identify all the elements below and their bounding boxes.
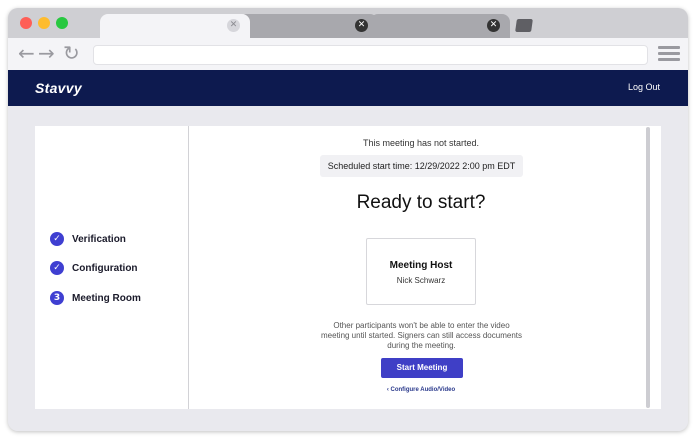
browser-tab-2[interactable]: ✕: [238, 14, 378, 38]
address-bar[interactable]: [93, 45, 648, 65]
meeting-main: This meeting has not started. Scheduled …: [190, 126, 652, 409]
logout-link[interactable]: Log Out: [628, 82, 660, 92]
new-tab-button[interactable]: [515, 19, 533, 32]
scheduled-time-badge: Scheduled start time: 12/29/2022 2:00 pm…: [320, 155, 523, 177]
check-icon: ✓: [50, 261, 64, 275]
browser-tab-active[interactable]: ✕: [100, 14, 250, 38]
tab-strip: ✕ ✕ ✕: [8, 8, 688, 38]
step-label: Verification: [72, 233, 126, 245]
step-configuration: ✓ Configuration: [50, 261, 138, 275]
close-window-button[interactable]: [20, 17, 32, 29]
step-verification: ✓ Verification: [50, 232, 126, 246]
scrollbar[interactable]: [646, 127, 650, 408]
browser-tab-3[interactable]: ✕: [370, 14, 510, 38]
maximize-window-button[interactable]: [56, 17, 68, 29]
step-label: Meeting Room: [72, 292, 141, 304]
page-title: Ready to start?: [356, 192, 486, 213]
close-icon[interactable]: ✕: [355, 19, 368, 32]
app-header: Stavvy Log Out: [8, 70, 688, 106]
browser-window: ✕ ✕ ✕ ← → ↻ Stavvy Log Out ✓ Verificatio…: [8, 8, 688, 431]
close-icon[interactable]: ✕: [227, 19, 240, 32]
meeting-card: ✓ Verification ✓ Configuration 3 Meeting…: [35, 126, 661, 409]
step-meeting-room: 3 Meeting Room: [50, 291, 141, 305]
page-content: ✓ Verification ✓ Configuration 3 Meeting…: [8, 106, 688, 431]
back-arrow-icon[interactable]: ←: [18, 42, 35, 64]
check-icon: ✓: [50, 232, 64, 246]
meeting-status-notice: This meeting has not started.: [362, 138, 480, 148]
brand-logo[interactable]: Stavvy: [35, 80, 82, 96]
info-text: Other participants won't be able to ente…: [321, 321, 522, 350]
minimize-window-button[interactable]: [38, 17, 50, 29]
forward-arrow-icon[interactable]: →: [38, 42, 55, 64]
browser-toolbar: ← → ↻: [8, 38, 688, 70]
close-icon[interactable]: ✕: [487, 19, 500, 32]
host-card: Meeting Host Nick Schwarz: [366, 238, 476, 305]
host-name: Nick Schwarz: [396, 276, 446, 285]
progress-sidebar: ✓ Verification ✓ Configuration 3 Meeting…: [35, 126, 189, 409]
hamburger-menu-icon[interactable]: [658, 46, 680, 64]
configure-audio-video-link[interactable]: ‹ Configure Audio/Video: [190, 387, 652, 393]
reload-icon[interactable]: ↻: [63, 42, 80, 64]
step-number-icon: 3: [50, 291, 64, 305]
start-meeting-button[interactable]: Start Meeting: [381, 358, 463, 378]
host-card-title: Meeting Host: [389, 260, 453, 271]
step-label: Configuration: [72, 262, 138, 274]
